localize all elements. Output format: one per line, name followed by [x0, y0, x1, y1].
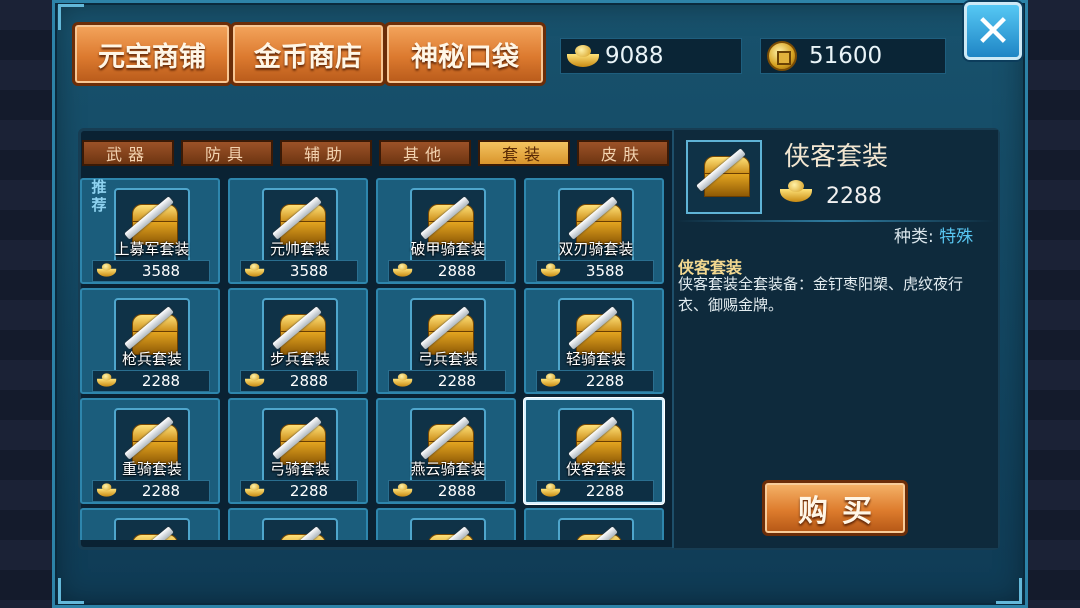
item-price-bar: 3588 [92, 260, 210, 282]
tab-mystery-bag[interactable]: 神秘口袋 [384, 22, 546, 86]
category-tab-armor[interactable]: 防具 [181, 140, 273, 166]
item-price-bar: 2288 [536, 480, 654, 502]
tab-gold-shop[interactable]: 金币商店 [230, 22, 386, 86]
gold-ingot-icon [393, 483, 413, 497]
item-cell[interactable]: 枪兵套装 2288 [80, 288, 220, 394]
item-cell[interactable]: 元帅套装 3588 [228, 178, 368, 284]
item-cell[interactable]: 燕云骑套装 2888 [376, 398, 516, 504]
item-cell[interactable]: 轻骑套装 2288 [524, 288, 664, 394]
item-cell[interactable]: 弓兵套装 2288 [376, 288, 516, 394]
detail-price: 2288 [826, 184, 882, 209]
item-price-bar: 2288 [388, 370, 506, 392]
item-name: 破甲骑套装 [410, 240, 486, 258]
gold-ingot-icon [245, 483, 265, 497]
ingot-balance: 9088 [560, 38, 742, 74]
item-price-bar: 2888 [240, 370, 358, 392]
item-name: 轻骑套装 [565, 350, 626, 368]
gold-ingot-icon [780, 180, 812, 202]
item-price: 2288 [141, 372, 181, 390]
item-cell[interactable]: 弓骑套装 2288 [228, 398, 368, 504]
item-name: 燕云骑套装 [410, 460, 486, 478]
corner-ornament-bottom-left [58, 578, 84, 604]
treasure-chest-icon [262, 518, 338, 540]
tab-ingot-shop[interactable]: 元宝商铺 [72, 22, 232, 86]
item-price: 2288 [289, 482, 329, 500]
item-price-bar: 3588 [536, 260, 654, 282]
item-name: 步兵套装 [269, 350, 330, 368]
gold-ingot-icon [245, 263, 265, 277]
item-price-bar: 3588 [240, 260, 358, 282]
item-name: 侠客套装 [565, 460, 626, 478]
item-price: 3588 [141, 262, 181, 280]
item-cell[interactable]: 双刃骑套装 3588 [524, 178, 664, 284]
item-name: 元帅套装 [269, 240, 330, 258]
item-name: 双刃骑套装 [558, 240, 634, 258]
item-price-bar: 2288 [92, 370, 210, 392]
gold-ingot-icon [567, 45, 599, 67]
right-border-decoration [1020, 0, 1080, 608]
item-price-bar: 2888 [388, 260, 506, 282]
item-type-value: 特殊 [939, 227, 974, 247]
gold-ingot-icon [393, 263, 413, 277]
recommend-badge: 推荐 [91, 178, 107, 214]
item-grid[interactable]: 上募军套装 3588 元帅套装 3588 破甲骑套装 2888 双刃骑套装 35… [80, 172, 670, 540]
treasure-chest-icon [114, 518, 190, 540]
item-cell-selected[interactable]: 侠客套装 2288 [524, 398, 664, 504]
item-cell[interactable]: 重骑套装 2288 [80, 398, 220, 504]
gold-ingot-icon [541, 373, 561, 387]
item-price-bar: 2288 [92, 480, 210, 502]
item-price-bar: 2288 [240, 480, 358, 502]
item-cell[interactable]: 步兵套装 2888 [228, 288, 368, 394]
close-button[interactable]: ✕ [964, 2, 1022, 60]
gold-ingot-icon [541, 263, 561, 277]
description-body: 侠客套装全套装备：金钉枣阳槊、虎纹夜行衣、御赐金牌。 [678, 275, 964, 314]
buy-button[interactable]: 购买 [762, 480, 908, 536]
gold-ingot-icon [97, 483, 117, 497]
detail-title: 侠客套装 [784, 142, 889, 172]
item-price: 2288 [585, 372, 625, 390]
selected-item-icon [686, 140, 762, 214]
item-cell-partial[interactable] [376, 508, 516, 540]
treasure-chest-icon [410, 518, 486, 540]
item-price: 3588 [585, 262, 625, 280]
item-price: 2288 [585, 482, 625, 500]
gold-ingot-icon [541, 483, 561, 497]
gold-ingot-icon [393, 373, 413, 387]
item-price: 2288 [437, 372, 477, 390]
item-price-bar: 2888 [388, 480, 506, 502]
category-tab-auxiliary[interactable]: 辅助 [280, 140, 372, 166]
gold-coin-icon [767, 41, 797, 71]
gold-balance: 51600 [760, 38, 946, 74]
corner-ornament-bottom-right [996, 578, 1022, 604]
gold-ingot-icon [97, 373, 117, 387]
item-cell-partial[interactable] [80, 508, 220, 540]
close-icon: ✕ [974, 5, 1012, 57]
item-name: 弓兵套装 [417, 350, 478, 368]
item-price: 3588 [289, 262, 329, 280]
ingot-amount: 9088 [605, 43, 664, 69]
item-name: 上募军套装 [114, 240, 190, 258]
gold-ingot-icon [245, 373, 265, 387]
item-cell-partial[interactable] [524, 508, 664, 540]
category-tab-other[interactable]: 其他 [379, 140, 471, 166]
category-tab-sets[interactable]: 套装 [478, 140, 570, 166]
gold-amount: 51600 [809, 43, 883, 69]
item-name: 枪兵套装 [121, 350, 182, 368]
gold-ingot-icon [97, 263, 117, 277]
item-price: 2888 [437, 262, 477, 280]
item-name: 弓骑套装 [269, 460, 330, 478]
treasure-chest-icon [558, 518, 634, 540]
item-name: 重骑套装 [121, 460, 182, 478]
item-cell[interactable]: 破甲骑套装 2888 [376, 178, 516, 284]
item-cell-partial[interactable] [228, 508, 368, 540]
item-type-row: 种类: 特殊 [894, 222, 973, 247]
item-price-bar: 2288 [536, 370, 654, 392]
item-type-label: 种类: [894, 227, 934, 247]
item-price: 2288 [141, 482, 181, 500]
item-price: 2888 [289, 372, 329, 390]
category-tab-skins[interactable]: 皮肤 [577, 140, 669, 166]
item-price: 2888 [437, 482, 477, 500]
category-tab-weapons[interactable]: 武器 [82, 140, 174, 166]
